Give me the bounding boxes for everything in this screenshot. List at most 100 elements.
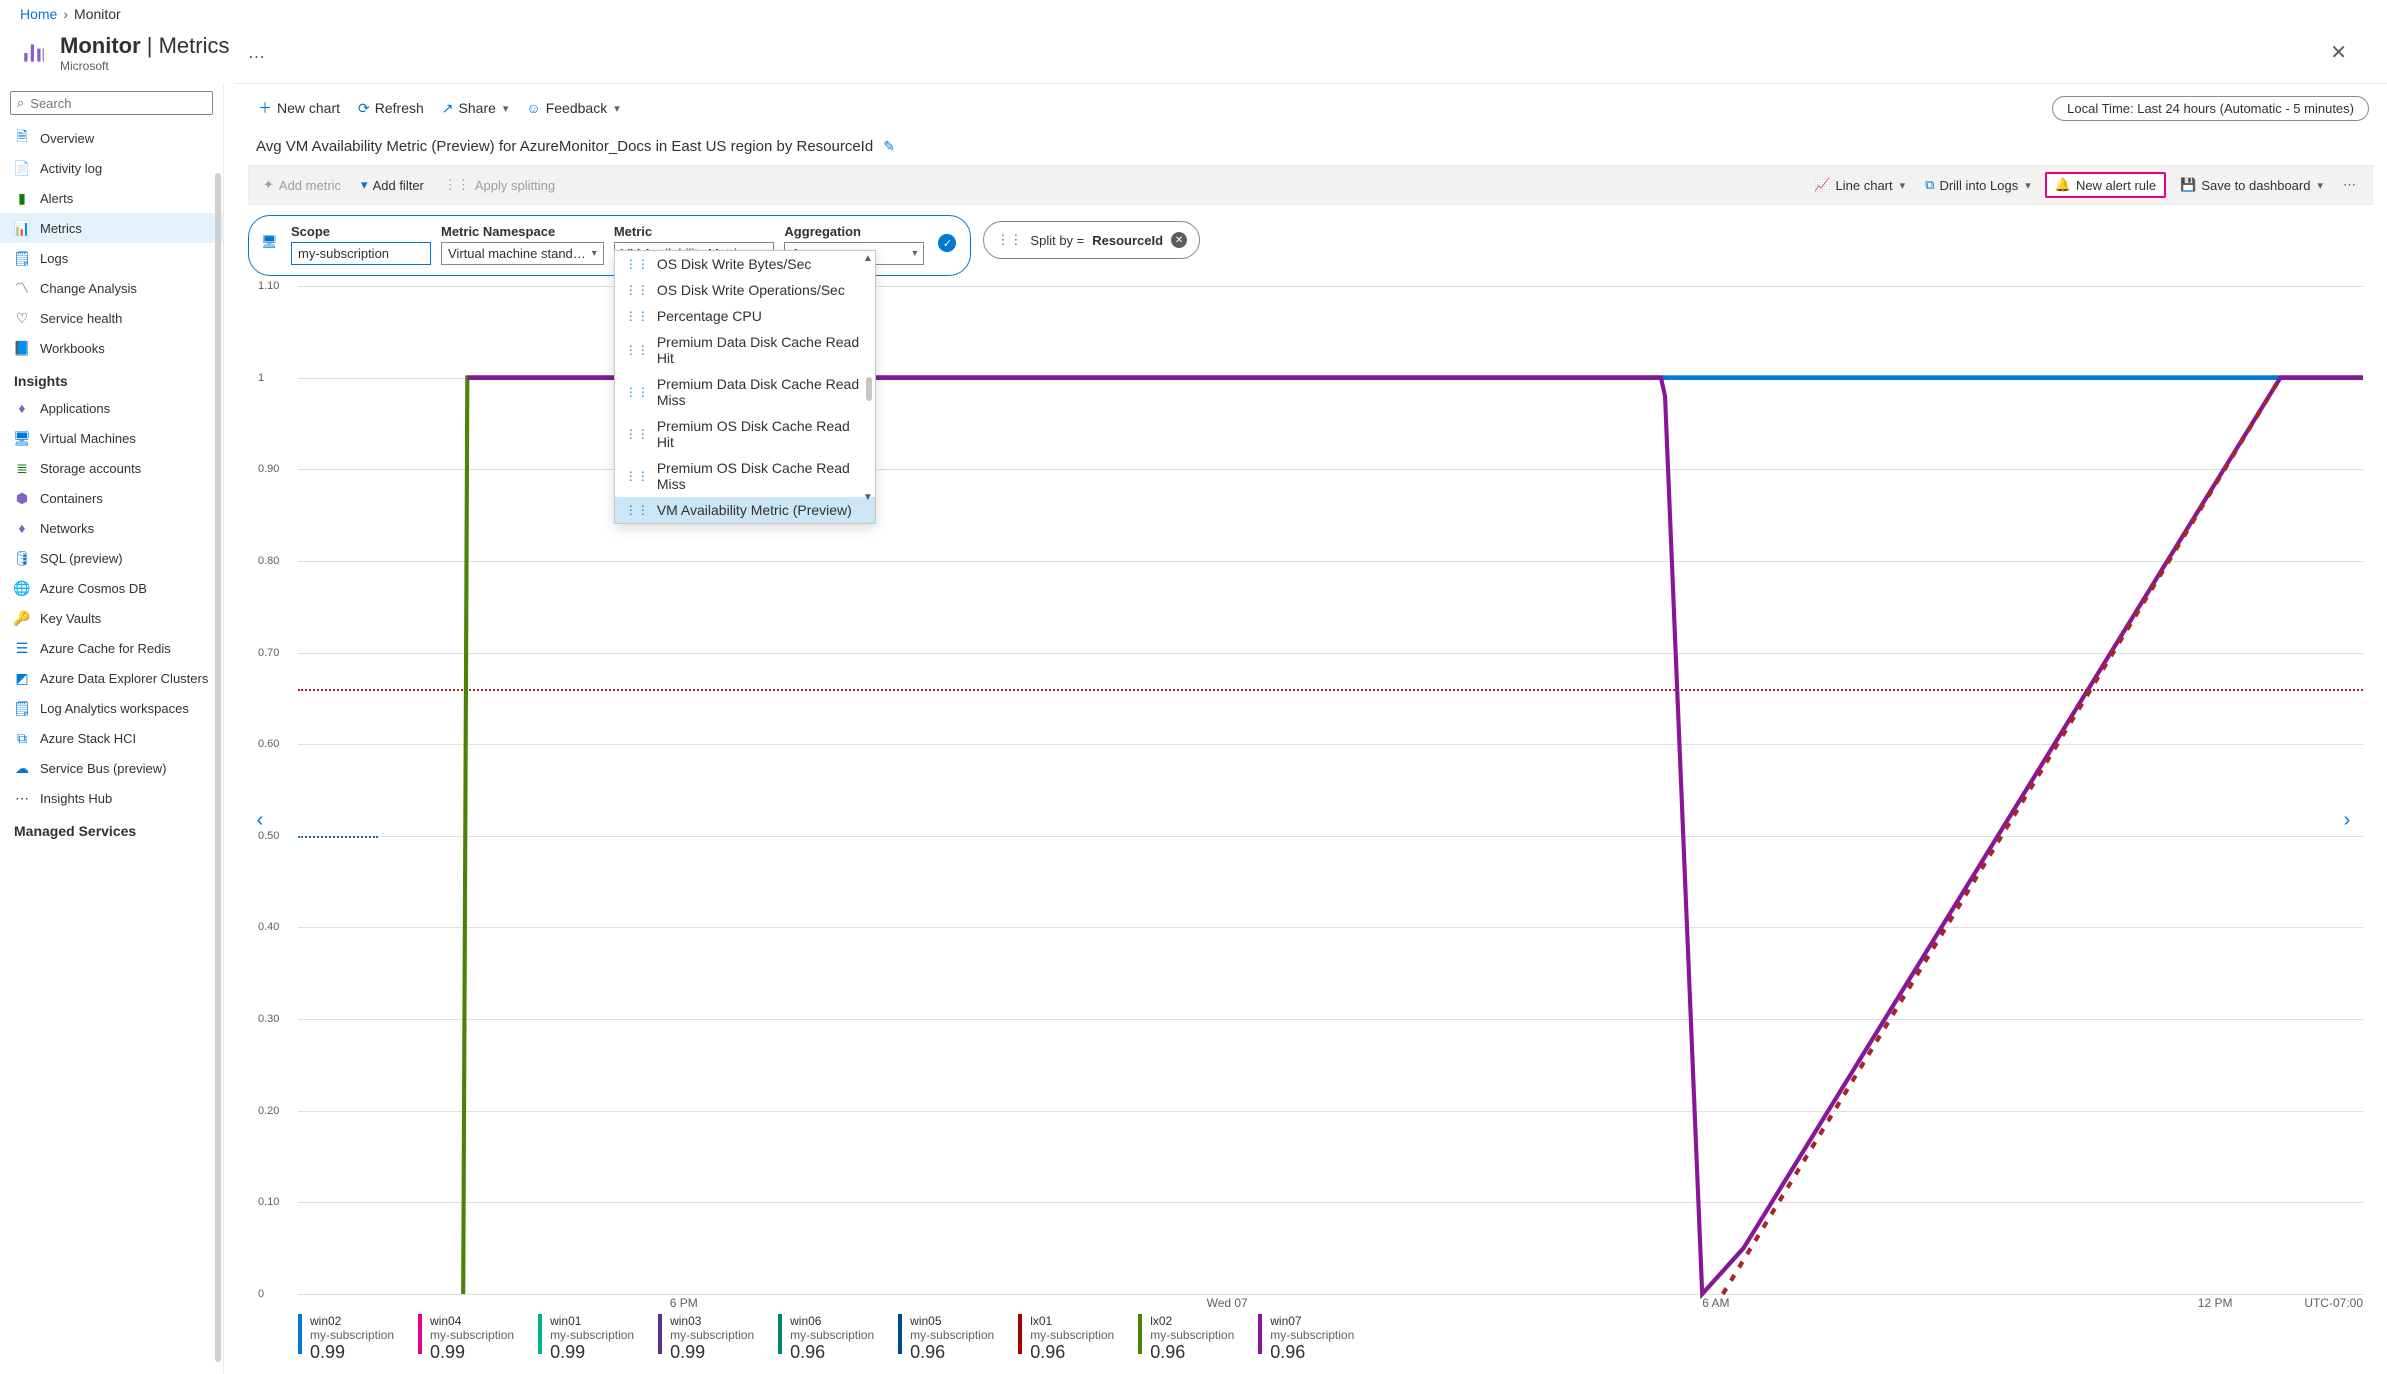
sidebar-item-applications[interactable]: ♦Applications [0,393,223,423]
title-more-icon[interactable]: … [242,42,273,63]
sidebar-item-virtual-machines[interactable]: 🖥Virtual Machines [0,423,223,453]
y-tick-label: 0.40 [258,921,279,933]
drill-logs-button[interactable]: ⧉Drill into Logs▾ [1919,174,2037,196]
add-filter-button[interactable]: ▾Add filter [355,174,430,196]
scroll-up-icon[interactable]: ▲ [863,253,873,264]
sidebar-item-insights-hub[interactable]: ⋯Insights Hub [0,783,223,813]
legend-item[interactable]: lx02 my-subscription 0.96 [1138,1314,1234,1364]
legend-sub: my-subscription [910,1328,994,1342]
page-subtitle: Microsoft [60,59,230,73]
nav-label: Insights Hub [40,791,112,806]
metric-option[interactable]: ⋮⋮OS Disk Write Operations/Sec [615,277,875,303]
sidebar-item-log-analytics-workspaces[interactable]: 🗒Log Analytics workspaces [0,693,223,723]
metric-option[interactable]: ⋮⋮Percentage CPU [615,303,875,329]
feedback-button[interactable]: ☺Feedback▾ [520,96,625,120]
chart-command-bar: ✦Add metric ▾Add filter ⋮⋮Apply splittin… [248,165,2373,205]
legend-item[interactable]: win01 my-subscription 0.99 [538,1314,634,1364]
sidebar-item-networks[interactable]: ♦Networks [0,513,223,543]
new-alert-rule-button[interactable]: 🔔New alert rule [2045,172,2166,198]
legend-item[interactable]: lx01 my-subscription 0.96 [1018,1314,1114,1364]
legend-value: 0.99 [550,1342,634,1364]
metric-dropdown[interactable]: ▲ ▼ ⋮⋮OS Disk Write Bytes/Sec⋮⋮OS Disk Wr… [614,250,876,524]
sidebar-item-logs[interactable]: 🗒Logs [0,243,223,273]
sidebar-item-workbooks[interactable]: 📘Workbooks [0,333,223,363]
sidebar-item-storage-accounts[interactable]: ≣Storage accounts [0,453,223,483]
metric-option[interactable]: ⋮⋮Premium OS Disk Cache Read Miss [615,455,875,497]
sidebar-item-azure-cache-for-redis[interactable]: ☰Azure Cache for Redis [0,633,223,663]
legend-value: 0.99 [670,1342,754,1364]
scrollbar[interactable] [215,173,221,1362]
share-button[interactable]: ↗Share▾ [436,96,515,121]
metric-option[interactable]: ⋮⋮VM Availability Metric (Preview) [615,497,875,523]
chart-type-button[interactable]: 📈Line chart▾ [1808,174,1911,196]
nav-label: Service Bus (preview) [40,761,166,776]
sidebar-item-activity-log[interactable]: 📄Activity log [0,153,223,183]
scrollbar-handle[interactable] [866,377,872,401]
sidebar-item-azure-stack-hci[interactable]: ⧉Azure Stack HCI [0,723,223,753]
sidebar-item-alerts[interactable]: ▮Alerts [0,183,223,213]
legend-item[interactable]: win02 my-subscription 0.99 [298,1314,394,1364]
nav-icon: 🗒 [14,250,30,266]
add-metric-button[interactable]: ✦Add metric [257,174,347,196]
legend-value: 0.96 [1030,1342,1114,1364]
refresh-icon: ⟳ [358,100,370,117]
apply-splitting-button[interactable]: ⋮⋮Apply splitting [438,174,561,196]
breadcrumb-sep: › [63,6,68,22]
legend-item[interactable]: win06 my-subscription 0.96 [778,1314,874,1364]
legend-value: 0.99 [430,1342,514,1364]
nav-section-insights: Insights [0,363,223,393]
metric-option[interactable]: ⋮⋮Premium Data Disk Cache Read Hit [615,329,875,371]
split-by-pill[interactable]: ⋮⋮ Split by = ResourceId ✕ [983,221,1200,259]
plus-icon: ＋ [258,98,272,118]
refresh-button[interactable]: ⟳Refresh [352,96,430,121]
sidebar-item-azure-data-explorer-clusters[interactable]: ◩Azure Data Explorer Clusters [0,663,223,693]
legend-color [1258,1314,1262,1354]
legend-sub: my-subscription [430,1328,514,1342]
scope-selector[interactable]: my-subscription [291,242,431,265]
sidebar-item-sql-preview-[interactable]: 🛢SQL (preview) [0,543,223,573]
nav-label: Change Analysis [40,281,137,296]
nav-label: Service health [40,311,122,326]
sidebar-item-metrics[interactable]: 📊Metrics [0,213,223,243]
legend-value: 0.96 [790,1342,874,1364]
sidebar-item-key-vaults[interactable]: 🔑Key Vaults [0,603,223,633]
nav-label: Alerts [40,191,73,206]
legend-sub: my-subscription [1150,1328,1234,1342]
sidebar-item-service-bus-preview-[interactable]: ☁Service Bus (preview) [0,753,223,783]
sidebar-item-change-analysis[interactable]: 〽Change Analysis [0,273,223,303]
sidebar-item-azure-cosmos-db[interactable]: 🌐Azure Cosmos DB [0,573,223,603]
new-chart-button[interactable]: ＋New chart [252,94,346,122]
edit-title-icon[interactable]: ✎ [883,138,895,155]
y-tick-label: 0.80 [258,555,279,567]
search-box[interactable]: ⌕ [10,91,213,115]
metric-option[interactable]: ⋮⋮Premium OS Disk Cache Read Hit [615,413,875,455]
nav-icon: ⬢ [14,490,30,506]
metric-option[interactable]: ⋮⋮Premium Data Disk Cache Read Miss [615,371,875,413]
check-icon: ✓ [938,234,956,252]
nav-label: Virtual Machines [40,431,136,446]
sidebar-item-containers[interactable]: ⬢Containers [0,483,223,513]
sidebar-item-overview[interactable]: 🗎Overview [0,123,223,153]
legend-item[interactable]: win04 my-subscription 0.99 [418,1314,514,1364]
legend-item[interactable]: win03 my-subscription 0.99 [658,1314,754,1364]
y-tick-label: 0.90 [258,463,279,475]
split-icon: ⋮⋮ [444,177,470,193]
legend-item[interactable]: win05 my-subscription 0.96 [898,1314,994,1364]
nav-icon: 🛢 [14,550,30,566]
legend-color [658,1314,662,1354]
namespace-selector[interactable]: Virtual machine stand…▾ [441,242,604,265]
metric-option[interactable]: ⋮⋮OS Disk Write Bytes/Sec [615,251,875,277]
legend-item[interactable]: win07 my-subscription 0.96 [1258,1314,1354,1364]
scroll-down-icon[interactable]: ▼ [863,492,873,503]
sidebar-item-service-health[interactable]: ♡Service health [0,303,223,333]
remove-split-icon[interactable]: ✕ [1171,232,1187,248]
timezone-label: UTC-07:00 [2304,1296,2363,1310]
time-range-selector[interactable]: Local Time: Last 24 hours (Automatic - 5… [2052,96,2369,121]
more-icon[interactable]: ⋯ [2337,177,2364,193]
close-icon[interactable]: ✕ [2310,32,2367,73]
breadcrumb-home[interactable]: Home [20,6,57,22]
dots-icon: ⋮⋮ [996,232,1022,248]
metric-icon: ⋮⋮ [625,283,649,297]
search-input[interactable] [30,96,206,111]
save-dashboard-button[interactable]: 💾Save to dashboard▾ [2174,174,2329,196]
